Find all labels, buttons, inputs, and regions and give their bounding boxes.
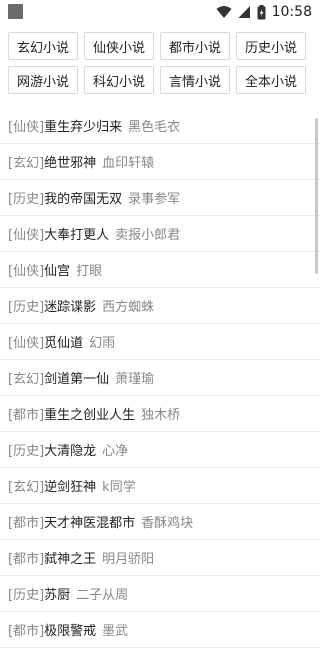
book-row[interactable]: [玄幻] 绝世邪神 血印轩辕 [0, 144, 320, 180]
book-row[interactable]: [历史] 我的帝国无双 录事参军 [0, 180, 320, 216]
signal-icon [238, 5, 251, 19]
book-title[interactable]: 弑神之王 [44, 548, 96, 567]
category-grid: 玄幻小说 仙侠小说 都市小说 历史小说 网游小说 科幻小说 言情小说 全本小说 [8, 32, 308, 94]
book-category: [仙侠] [8, 120, 45, 135]
book-author: 明月骄阳 [102, 552, 155, 567]
book-author: 血印轩辕 [102, 156, 155, 171]
book-title[interactable]: 极限警戒 [44, 620, 96, 639]
category-button[interactable]: 网游小说 [8, 66, 78, 94]
status-bar: 10:58 [0, 0, 320, 24]
book-category: [历史] [8, 192, 45, 207]
book-row[interactable]: [都市] 弑神之王 明月骄阳 [0, 540, 320, 576]
category-button[interactable]: 全本小说 [236, 66, 306, 94]
scrollbar[interactable] [315, 118, 318, 274]
book-row[interactable]: [仙侠] 仙宫 打眼 [0, 252, 320, 288]
book-row[interactable]: [玄幻] 逆剑狂神 k同学 [0, 468, 320, 504]
book-author: 卖报小郎君 [115, 228, 181, 243]
book-author: 西方蜘蛛 [102, 300, 155, 315]
book-category: [玄幻] [8, 480, 45, 495]
book-category: [都市] [8, 552, 45, 567]
book-category: [历史] [8, 588, 45, 603]
wifi-icon [216, 5, 232, 19]
book-row[interactable]: [历史] 苏厨 二子从周 [0, 576, 320, 612]
book-title[interactable]: 绝世邪神 [44, 152, 96, 171]
status-icons: 10:58 [216, 2, 312, 22]
book-category: [历史] [8, 444, 45, 459]
book-category: [都市] [8, 624, 45, 639]
category-button[interactable]: 都市小说 [160, 32, 230, 60]
book-title[interactable]: 逆剑狂神 [44, 476, 96, 495]
book-title[interactable]: 天才神医混都市 [44, 512, 135, 531]
book-title[interactable]: 觅仙道 [44, 332, 83, 351]
book-title[interactable]: 仙宫 [44, 260, 70, 279]
book-author: 香酥鸡块 [141, 516, 194, 531]
book-author: k同学 [102, 480, 136, 495]
book-row[interactable]: [历史] 迷踪谍影 西方蜘蛛 [0, 288, 320, 324]
book-row[interactable]: [都市] 重生之创业人生 独木桥 [0, 396, 320, 432]
book-row[interactable]: [都市] 天才神医混都市 香酥鸡块 [0, 504, 320, 540]
book-row[interactable]: [仙侠] 重生弃少归来 黑色毛衣 [0, 108, 320, 144]
book-author: 墨武 [102, 624, 129, 639]
book-category: [仙侠] [8, 336, 45, 351]
book-author: 黑色毛衣 [128, 120, 181, 135]
book-title[interactable]: 我的帝国无双 [44, 188, 122, 207]
status-time: 10:58 [271, 4, 312, 20]
book-author: 幻雨 [89, 336, 116, 351]
book-author: 萧瑾瑜 [115, 372, 155, 387]
category-button[interactable]: 历史小说 [236, 32, 306, 60]
book-category: [仙侠] [8, 264, 45, 279]
book-row[interactable]: [仙侠] 大奉打更人 卖报小郎君 [0, 216, 320, 252]
category-button[interactable]: 仙侠小说 [84, 32, 154, 60]
book-title[interactable]: 大清隐龙 [44, 440, 96, 459]
book-author: 独木桥 [141, 408, 181, 423]
book-row[interactable]: [仙侠] 觅仙道 幻雨 [0, 324, 320, 360]
book-category: [玄幻] [8, 156, 45, 171]
category-button[interactable]: 科幻小说 [84, 66, 154, 94]
book-author: 心净 [102, 444, 129, 459]
category-button[interactable]: 言情小说 [160, 66, 230, 94]
book-title[interactable]: 剑道第一仙 [44, 368, 109, 387]
book-row[interactable]: [历史] 大清隐龙 心净 [0, 432, 320, 468]
book-row[interactable]: [都市] 极限警戒 墨武 [0, 612, 320, 648]
book-category: [玄幻] [8, 372, 45, 387]
battery-icon [257, 4, 266, 20]
book-category: [都市] [8, 408, 45, 423]
category-button[interactable]: 玄幻小说 [8, 32, 78, 60]
book-category: [仙侠] [8, 228, 45, 243]
notification-icon [8, 4, 23, 19]
book-author: 录事参军 [128, 192, 181, 207]
book-author: 打眼 [76, 264, 103, 279]
book-author: 二子从周 [76, 588, 129, 603]
book-category: [历史] [8, 300, 45, 315]
book-title[interactable]: 迷踪谍影 [44, 296, 96, 315]
book-category: [都市] [8, 516, 45, 531]
book-title[interactable]: 苏厨 [44, 584, 70, 603]
book-title[interactable]: 重生之创业人生 [44, 404, 135, 423]
book-title[interactable]: 大奉打更人 [44, 224, 109, 243]
book-row[interactable]: [玄幻] 剑道第一仙 萧瑾瑜 [0, 360, 320, 396]
book-list: [仙侠] 重生弃少归来 黑色毛衣 [玄幻] 绝世邪神 血印轩辕 [历史] 我的帝国无双 录事… [0, 108, 320, 648]
book-title[interactable]: 重生弃少归来 [44, 116, 122, 135]
